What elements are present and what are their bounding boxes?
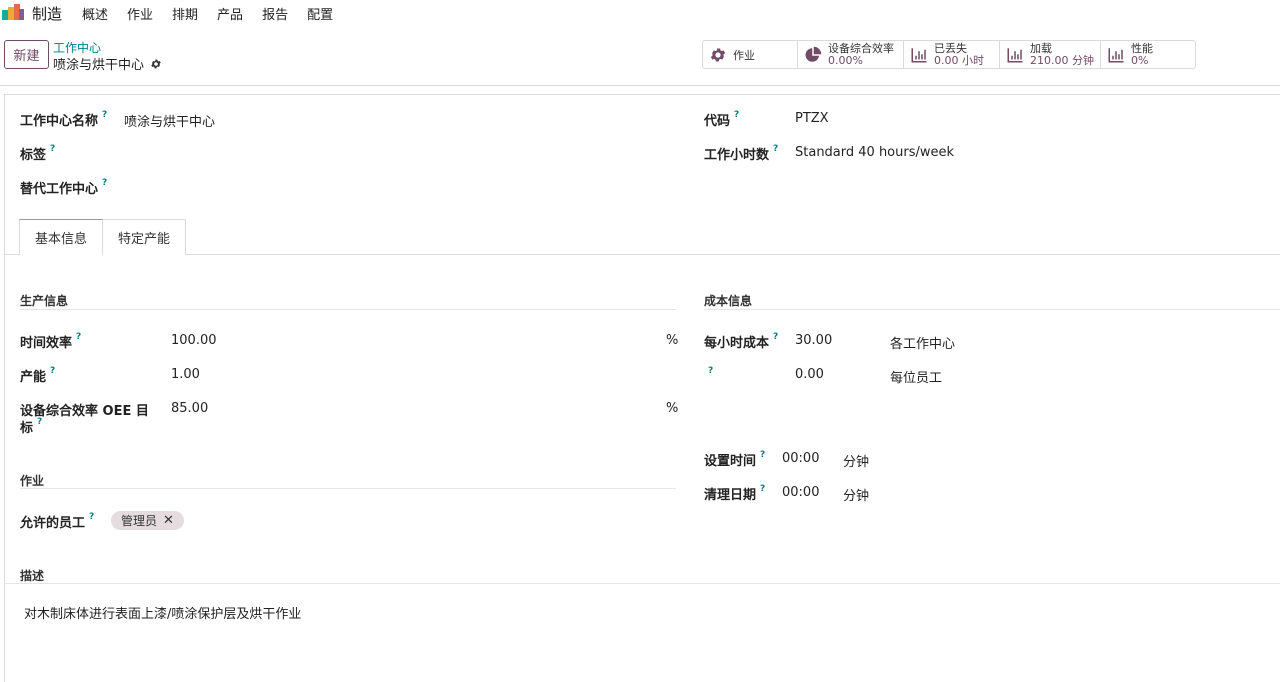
menu-item-operations[interactable]: 作业 xyxy=(127,4,153,23)
notebook-tabs: 基本信息 特定产能 xyxy=(19,219,187,255)
form-sheet: 工作中心名称? 喷涂与烘干中心 标签? 替代工作中心? 代码? PTZX 工作小… xyxy=(4,94,1280,682)
bar-chart-icon xyxy=(1108,47,1124,62)
help-icon[interactable]: ? xyxy=(76,332,81,342)
main-menu: 概述 作业 排期 产品 报告 配置 xyxy=(82,4,333,23)
cleanup-time-unit: 分钟 xyxy=(843,489,870,504)
help-icon[interactable]: ? xyxy=(708,366,713,376)
cleanup-time-label: 清理日期? xyxy=(704,484,766,503)
section-divider xyxy=(20,309,676,310)
control-panel: 新建 工作中心 喷涂与烘干中心 作业 设备综合效率 0.00% 已丢失 0.00… xyxy=(0,24,1280,86)
menu-item-planning[interactable]: 排期 xyxy=(172,4,198,23)
allowed-employees-label: 允许的员工? xyxy=(20,512,95,531)
breadcrumb-current: 喷涂与烘干中心 xyxy=(53,54,162,73)
oee-stat-label: 设备综合效率 xyxy=(828,41,894,55)
help-icon[interactable]: ? xyxy=(50,144,55,154)
help-icon[interactable]: ? xyxy=(760,450,765,460)
employee-cost-field[interactable]: 0.00 xyxy=(795,367,824,382)
oee-target-field[interactable]: 85.00 xyxy=(171,401,208,416)
smart-buttons: 作业 设备综合效率 0.00% 已丢失 0.00 小时 加载 210.00 分钟… xyxy=(702,40,1196,69)
name-field[interactable]: 喷涂与烘干中心 xyxy=(124,111,215,130)
production-section-title: 生产信息 xyxy=(20,294,69,308)
tags-field[interactable] xyxy=(124,144,664,162)
oee-stat-value: 0.00% xyxy=(828,53,863,67)
bar-chart-icon xyxy=(1007,47,1023,62)
working-hours-label: 工作小时数? xyxy=(704,144,779,163)
new-button[interactable]: 新建 xyxy=(4,40,49,69)
tags-label: 标签? xyxy=(20,144,56,163)
setup-time-field[interactable]: 00:00 xyxy=(782,451,819,466)
lost-stat-button[interactable]: 已丢失 0.00 小时 xyxy=(904,41,1000,68)
section-divider xyxy=(704,309,1280,310)
working-hours-field[interactable]: Standard 40 hours/week xyxy=(795,145,954,160)
menu-item-overview[interactable]: 概述 xyxy=(82,4,108,23)
help-icon[interactable]: ? xyxy=(50,366,55,376)
help-icon[interactable]: ? xyxy=(760,484,765,494)
section-divider xyxy=(20,488,676,489)
operations-stat-label: 作业 xyxy=(733,48,755,62)
menu-item-configuration[interactable]: 配置 xyxy=(307,4,333,23)
top-navbar: 制造 概述 作业 排期 产品 报告 配置 xyxy=(0,0,1280,24)
time-efficiency-unit: % xyxy=(666,333,679,348)
employee-cost-unit: 每位员工 xyxy=(890,371,943,386)
cost-per-hour-field[interactable]: 30.00 xyxy=(795,333,832,348)
gear-icon[interactable] xyxy=(150,58,162,70)
lost-stat-label: 已丢失 xyxy=(934,41,967,55)
oee-target-unit: % xyxy=(666,401,679,416)
help-icon[interactable]: ? xyxy=(734,110,739,120)
performance-stat-value: 0% xyxy=(1131,53,1149,67)
breadcrumb-current-label: 喷涂与烘干中心 xyxy=(53,58,145,73)
pie-chart-icon xyxy=(805,46,822,62)
tab-divider xyxy=(5,254,1280,255)
help-icon[interactable]: ? xyxy=(773,332,778,342)
name-label: 工作中心名称? xyxy=(20,110,108,129)
help-icon[interactable]: ? xyxy=(102,178,107,188)
load-stat-value: 210.00 分钟 xyxy=(1030,53,1094,67)
operations-stat-button[interactable]: 作业 xyxy=(703,41,798,68)
manufacturing-app-icon[interactable] xyxy=(2,4,24,20)
menu-item-reporting[interactable]: 报告 xyxy=(262,4,288,23)
menu-item-products[interactable]: 产品 xyxy=(217,4,243,23)
tab-specific-capacities[interactable]: 特定产能 xyxy=(103,219,187,255)
performance-stat-button[interactable]: 性能 0% xyxy=(1101,41,1195,68)
load-stat-label: 加载 xyxy=(1030,41,1052,55)
capacity-field[interactable]: 1.00 xyxy=(171,367,200,382)
description-field[interactable]: 对木制床体进行表面上漆/喷涂保护层及烘干作业 xyxy=(24,603,301,622)
time-efficiency-label: 时间效率? xyxy=(20,332,82,351)
lost-stat-value: 0.00 小时 xyxy=(934,53,984,67)
time-efficiency-field[interactable]: 100.00 xyxy=(171,333,217,348)
load-stat-button[interactable]: 加载 210.00 分钟 xyxy=(1000,41,1101,68)
employee-tag-label: 管理员 xyxy=(121,514,158,528)
help-icon[interactable]: ? xyxy=(773,144,778,154)
alternative-workcenter-label: 替代工作中心? xyxy=(20,178,108,197)
description-section-title: 描述 xyxy=(20,569,45,583)
oee-target-label-line2: 标? xyxy=(20,417,43,436)
employee-tag: 管理员 ✕ xyxy=(111,511,184,530)
cost-per-hour-unit: 各工作中心 xyxy=(890,337,956,352)
cost-section-title: 成本信息 xyxy=(704,294,753,308)
employee-cost-label: ? xyxy=(704,366,713,381)
operations-section-title: 作业 xyxy=(20,474,45,488)
tab-general-info[interactable]: 基本信息 xyxy=(19,219,104,255)
alternative-workcenter-field[interactable] xyxy=(124,178,664,196)
performance-stat-label: 性能 xyxy=(1131,41,1153,55)
section-divider xyxy=(5,583,1280,584)
remove-tag-icon[interactable]: ✕ xyxy=(163,513,174,528)
cost-per-hour-label: 每小时成本? xyxy=(704,332,779,351)
code-field[interactable]: PTZX xyxy=(795,111,829,126)
help-icon[interactable]: ? xyxy=(102,110,107,120)
bar-chart-icon xyxy=(911,47,927,62)
gear-icon xyxy=(710,47,726,62)
setup-time-label: 设置时间? xyxy=(704,450,766,469)
help-icon[interactable]: ? xyxy=(37,417,42,427)
cleanup-time-field[interactable]: 00:00 xyxy=(782,485,819,500)
app-name[interactable]: 制造 xyxy=(32,3,62,24)
capacity-label: 产能? xyxy=(20,366,56,385)
code-label: 代码? xyxy=(704,110,740,129)
help-icon[interactable]: ? xyxy=(89,512,94,522)
oee-stat-button[interactable]: 设备综合效率 0.00% xyxy=(798,41,904,68)
setup-time-unit: 分钟 xyxy=(843,455,870,470)
